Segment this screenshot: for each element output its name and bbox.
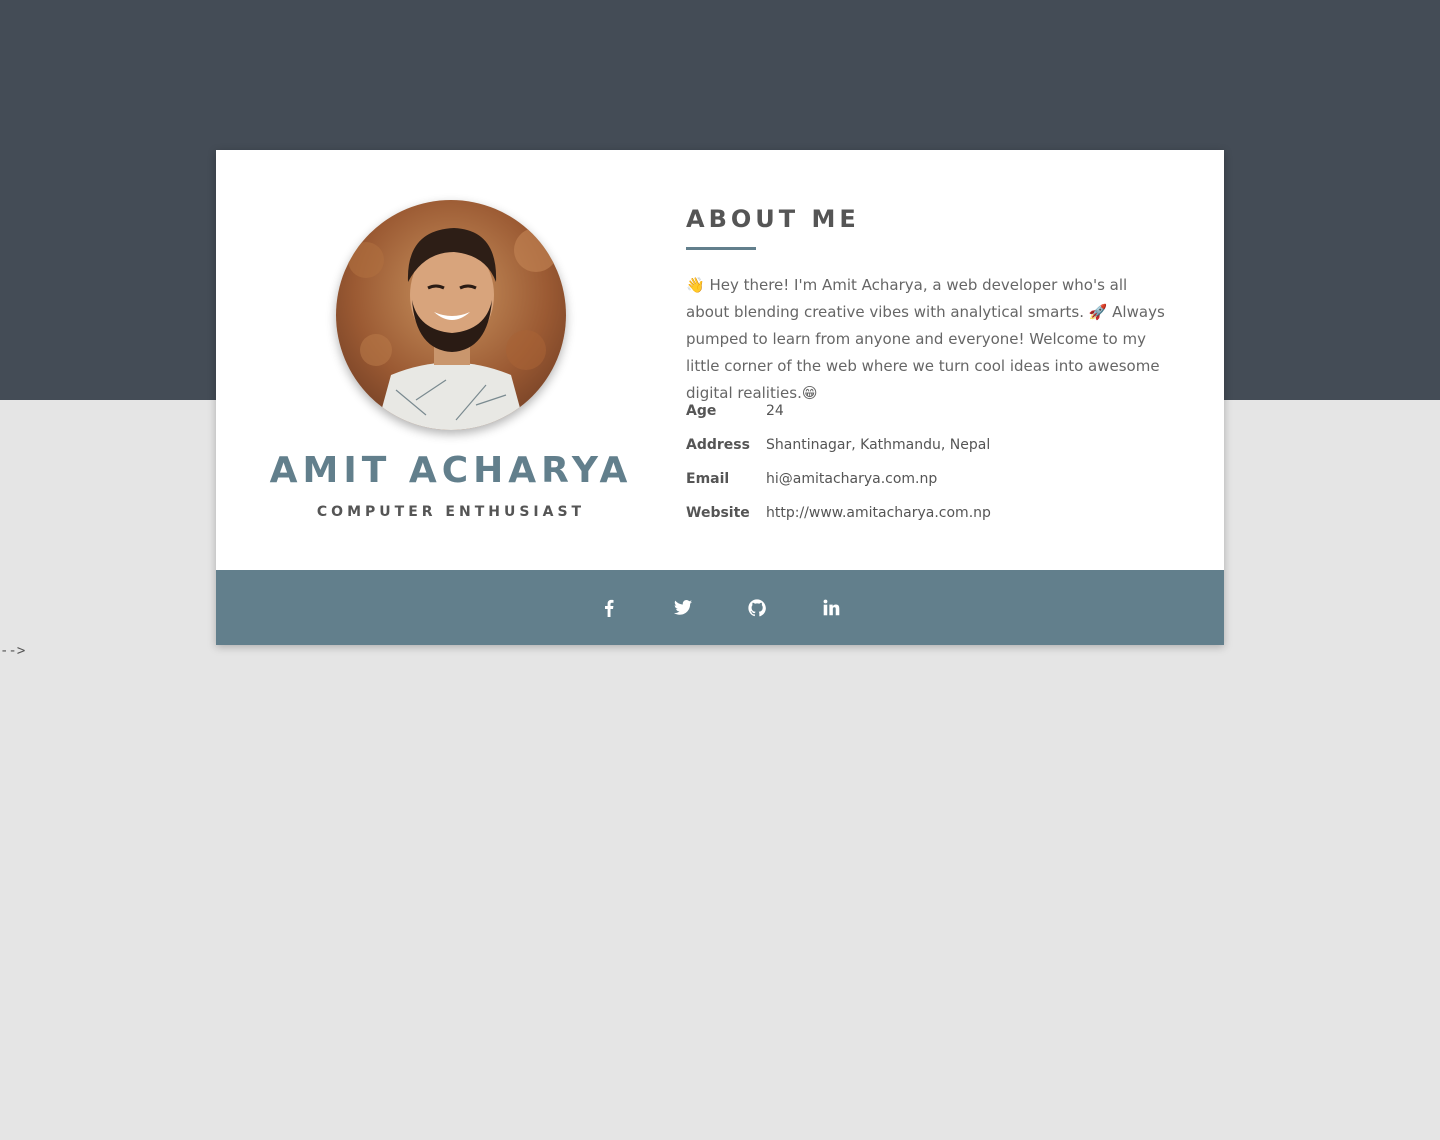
about-title: ABOUT ME <box>686 205 860 233</box>
linkedin-link[interactable] <box>821 598 841 618</box>
info-value: 24 <box>766 403 784 419</box>
info-row-website: Website http://www.amitacharya.com.np <box>686 505 1166 539</box>
profile-name: AMIT ACHARYA <box>269 450 633 491</box>
info-list: Age 24 Address Shantinagar, Kathmandu, N… <box>686 403 1166 539</box>
info-label: Website <box>686 505 750 521</box>
info-row-email: Email hi@amitacharya.com.np <box>686 471 1166 505</box>
info-value: Shantinagar, Kathmandu, Nepal <box>766 437 991 453</box>
github-link[interactable] <box>747 598 767 618</box>
stray-comment-text: --> <box>0 643 26 659</box>
info-value[interactable]: hi@amitacharya.com.np <box>766 471 937 487</box>
about-bio: 👋 Hey there! I'm Amit Acharya, a web dev… <box>686 276 1165 402</box>
info-label: Email <box>686 471 730 487</box>
profile-card: AMIT ACHARYA COMPUTER ENTHUSIAST ABOUT M… <box>216 150 1224 645</box>
linkedin-icon <box>823 599 839 616</box>
avatar-photo <box>336 200 566 430</box>
social-bar <box>216 570 1224 645</box>
info-row-age: Age 24 <box>686 403 1166 437</box>
github-icon <box>748 598 766 616</box>
info-row-address: Address Shantinagar, Kathmandu, Nepal <box>686 437 1166 471</box>
info-value[interactable]: http://www.amitacharya.com.np <box>766 505 991 521</box>
twitter-link[interactable] <box>673 598 693 618</box>
facebook-link[interactable] <box>599 598 619 618</box>
title-underline <box>686 247 756 250</box>
facebook-icon <box>605 599 614 617</box>
profile-role: COMPUTER ENTHUSIAST <box>316 504 586 520</box>
avatar <box>336 200 566 430</box>
twitter-icon <box>674 600 692 615</box>
about-section: ABOUT ME 👋 Hey there! I'm Amit Acharya, … <box>686 150 1224 570</box>
profile-summary: AMIT ACHARYA COMPUTER ENTHUSIAST <box>216 150 686 570</box>
info-label: Address <box>686 437 750 453</box>
info-label: Age <box>686 403 717 419</box>
